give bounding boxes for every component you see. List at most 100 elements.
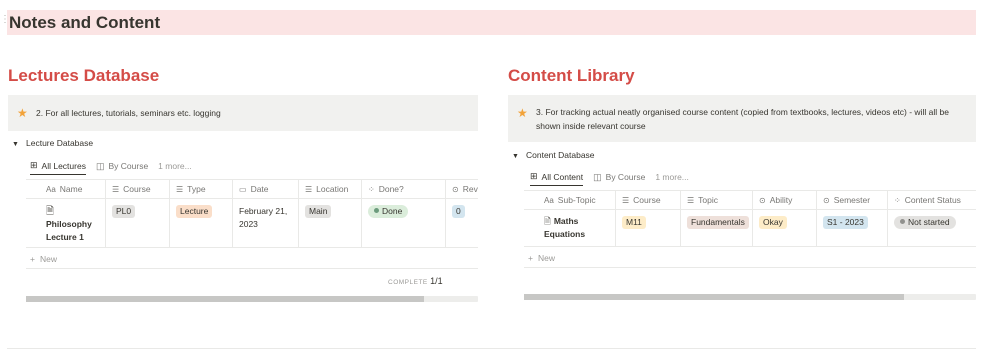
list-property-icon: ☰ [176, 185, 184, 194]
horizontal-scrollbar[interactable] [26, 296, 478, 302]
column-header-course[interactable]: ☰ Course [106, 180, 170, 199]
row-topic-cell[interactable]: Fundamentals [681, 210, 753, 247]
column-header-done[interactable]: ⁘ Done? [362, 180, 446, 199]
row-name-text: Philosophy Lecture 1 [46, 219, 92, 242]
row-course-cell[interactable]: M11 [616, 210, 681, 247]
drag-handle-icon[interactable]: ⋮ [0, 15, 10, 30]
new-row-label: New [39, 254, 57, 264]
table-header: Aa Sub-Topic ☰ Course ☰ Topic ⊙ Ability ⊙ Sem… [524, 190, 976, 210]
row-name-cell[interactable]: 🗎 Maths Equations [524, 210, 616, 247]
column-header-sub-topic[interactable]: Aa Sub-Topic [524, 191, 616, 210]
column-label: Content Status [904, 195, 961, 205]
list-property-icon: ☰ [305, 185, 313, 194]
page-icon: 🗎 [46, 206, 55, 217]
column-header-type[interactable]: ☰ Type [170, 180, 233, 199]
content-database-label: Content Database [526, 150, 595, 160]
content-database-toggle[interactable]: ▼ Content Database [512, 150, 595, 160]
list-property-icon: ☰ [687, 196, 695, 205]
row-done-cell[interactable]: Done [362, 199, 446, 248]
semester-tag: S1 - 2023 [823, 216, 868, 229]
row-date-cell[interactable]: February 21, 2023 [233, 199, 299, 248]
scrollbar-thumb[interactable] [26, 296, 424, 302]
course-tag: M11 [622, 216, 646, 229]
table-row[interactable]: 🗎 Philosophy Lecture 1 PL0 Lecture Febru… [26, 199, 478, 248]
complete-count: COMPLETE 1/1 [388, 276, 443, 286]
column-label: Sub-Topic [557, 195, 596, 205]
list-property-icon: ☰ [112, 185, 120, 194]
text-property-icon: Aa [46, 185, 56, 194]
column-header-content-status[interactable]: ⁘ Content Status [888, 191, 976, 210]
column-header-name[interactable]: Aa Name [26, 180, 106, 199]
location-tag: Main [305, 205, 332, 218]
tab-all-lectures[interactable]: ⊞ All Lectures [30, 157, 86, 175]
column-label: Course [633, 195, 661, 205]
lectures-callout-text: 2. For all lectures, tutorials, seminars… [36, 108, 221, 118]
column-label: Course [123, 184, 151, 194]
lectures-more-views[interactable]: 1 more... [158, 157, 192, 175]
lectures-database-title: Lectures Database [8, 66, 160, 85]
tab-content-by-course[interactable]: ◫ By Course [593, 168, 645, 186]
status-property-icon: ⁘ [368, 185, 375, 194]
row-semester-cell[interactable]: S1 - 2023 [817, 210, 888, 247]
row-rev-cell[interactable]: 0 [446, 199, 478, 248]
content-table: Aa Sub-Topic ☰ Course ☰ Topic ⊙ Ability ⊙ Sem… [524, 190, 976, 248]
star-icon: ★ [517, 106, 528, 120]
table-row[interactable]: 🗎 Maths Equations M11 Fundamentals Okay S… [524, 210, 976, 247]
column-label: Done? [378, 184, 404, 194]
lecture-database-label: Lecture Database [26, 138, 94, 148]
column-header-rev[interactable]: ⊙ Rev [446, 180, 478, 199]
column-header-location[interactable]: ☰ Location [299, 180, 362, 199]
status-badge-label: Done [382, 206, 403, 216]
select-property-icon: ⊙ [823, 196, 830, 205]
complete-label: COMPLETE [388, 279, 428, 286]
content-callout-text: 3. For tracking actual neatly organised … [536, 107, 949, 131]
content-more-views[interactable]: 1 more... [655, 168, 689, 186]
lecture-database-toggle[interactable]: ▼ Lecture Database [12, 138, 93, 148]
row-type-cell[interactable]: Lecture [170, 199, 233, 248]
star-icon: ★ [17, 106, 28, 120]
column-label: Type [187, 184, 206, 194]
course-tag: PL0 [112, 205, 136, 218]
content-view-tabs: ⊞ All Content ◫ By Course 1 more... [530, 168, 699, 186]
select-property-icon: ⊙ [759, 196, 766, 205]
column-label: Location [316, 184, 349, 194]
column-header-topic[interactable]: ☰ Topic [681, 191, 753, 210]
page-heading-block: Notes and Content [7, 10, 976, 35]
table-icon: ⊞ [30, 160, 38, 170]
column-label: Semester [833, 195, 871, 205]
tab-all-content[interactable]: ⊞ All Content [530, 168, 584, 186]
scrollbar-thumb[interactable] [524, 294, 904, 300]
add-new-row-button[interactable]: + New [26, 249, 478, 269]
page-icon: 🗎 [544, 216, 551, 226]
lectures-callout: ★ 2. For all lectures, tutorials, semina… [8, 95, 478, 131]
status-badge: Done [368, 205, 409, 218]
row-name-cell[interactable]: 🗎 Philosophy Lecture 1 [26, 199, 106, 248]
column-header-course[interactable]: ☰ Course [616, 191, 681, 210]
tab-lectures-by-course[interactable]: ◫ By Course [96, 157, 148, 175]
plus-icon: + [528, 253, 533, 263]
add-new-row-button[interactable]: + New [524, 248, 976, 268]
content-callout: ★ 3. For tracking actual neatly organise… [508, 95, 976, 142]
row-ability-cell[interactable]: Okay [753, 210, 817, 247]
ability-tag: Okay [759, 216, 787, 229]
status-dot-icon [374, 208, 379, 213]
row-status-cell[interactable]: Not started [888, 210, 976, 247]
toggle-triangle-icon: ▼ [512, 153, 519, 160]
row-course-cell[interactable]: PL0 [106, 199, 170, 248]
column-header-date[interactable]: ▭ Date [233, 180, 299, 199]
horizontal-scrollbar[interactable] [524, 294, 976, 300]
tab-by-course-label: By Course [605, 172, 646, 182]
new-row-label: New [537, 253, 555, 263]
board-icon: ◫ [95, 160, 105, 171]
calendar-icon: ▭ [239, 185, 247, 194]
column-header-semester[interactable]: ⊙ Semester [817, 191, 888, 210]
column-label: Topic [698, 195, 719, 205]
column-header-ability[interactable]: ⊙ Ability [753, 191, 817, 210]
row-location-cell[interactable]: Main [299, 199, 362, 248]
column-label: Date [250, 184, 269, 194]
content-library-title: Content Library [508, 66, 635, 85]
status-badge: Not started [894, 216, 956, 229]
toggle-triangle-icon: ▼ [12, 141, 19, 148]
column-label: Rev [462, 184, 478, 194]
lectures-view-tabs: ⊞ All Lectures ◫ By Course 1 more... [30, 157, 202, 175]
